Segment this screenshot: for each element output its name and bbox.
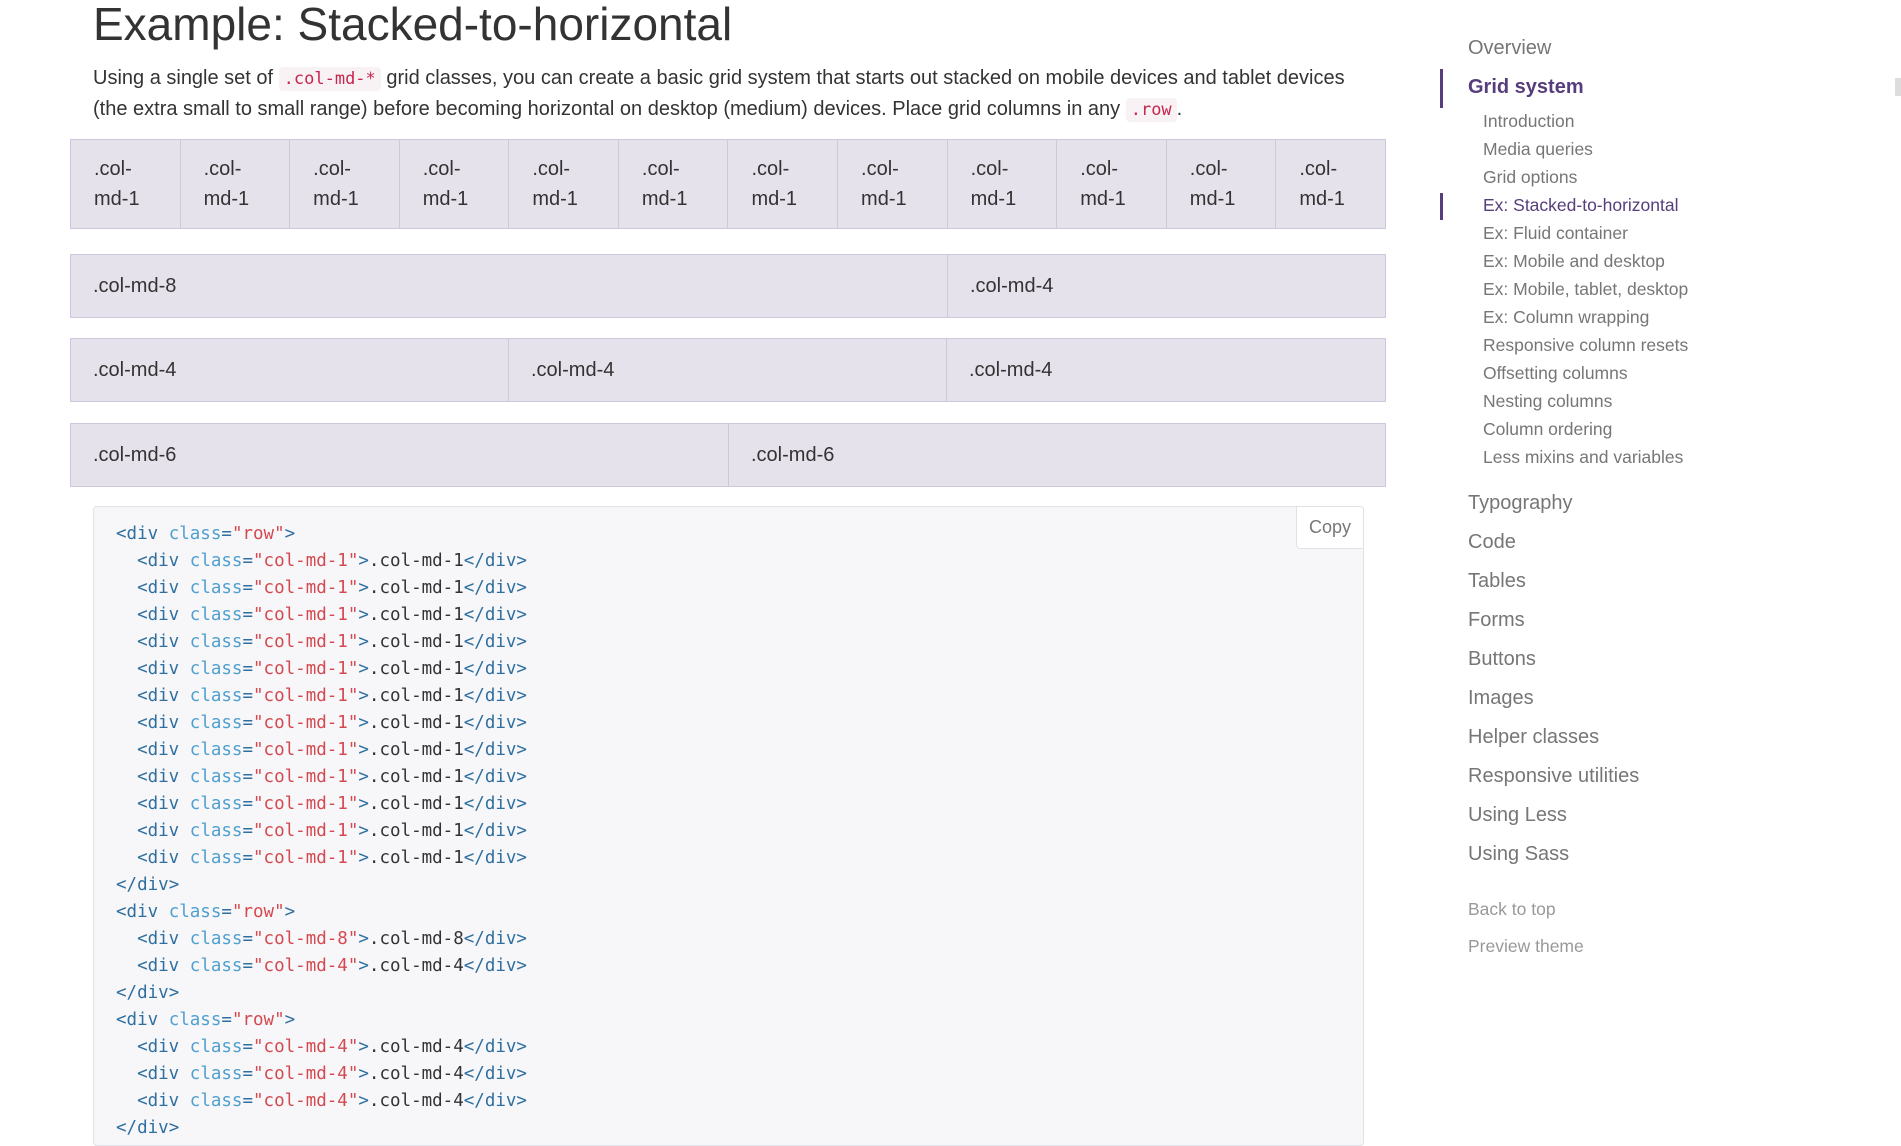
intro-paragraph: Using a single set of .col-md-* grid cla… (93, 63, 1383, 125)
code-line: <div class="col-md-1">.col-md-1</div> (137, 686, 527, 706)
grid-col: .col-md-1 (180, 140, 291, 229)
grid-row-3: .col-md-4 .col-md-4 .col-md-4 (70, 338, 1386, 402)
sidebar-section-item[interactable]: Forms (1468, 609, 1525, 632)
sidebar-section-item[interactable]: Buttons (1468, 648, 1536, 671)
intro-text-3: . (1176, 98, 1183, 120)
copy-button[interactable]: Copy (1296, 507, 1363, 549)
code-line: <div class="col-md-1">.col-md-1</div> (137, 740, 527, 760)
subnav-item[interactable]: Grid options (1483, 167, 1577, 188)
active-subitem-indicator (1440, 193, 1443, 220)
grid-row-4: .col-md-6 .col-md-6 (70, 423, 1386, 487)
scrollbar-thumb[interactable] (1895, 78, 1901, 96)
code-line: <div class="col-md-1">.col-md-1</div> (137, 659, 527, 679)
grid-col: .col-md-4 (947, 339, 1386, 402)
subnav-item[interactable]: Nesting columns (1483, 391, 1612, 412)
subnav-item[interactable]: Ex: Mobile, tablet, desktop (1483, 279, 1688, 300)
subnav-item[interactable]: Column ordering (1483, 419, 1612, 440)
preview-theme-link[interactable]: Preview theme (1468, 936, 1584, 957)
sidebar-section-item[interactable]: Using Sass (1468, 843, 1569, 866)
inline-code-col-md: .col-md-* (278, 67, 381, 91)
grid-col: .col-md-1 (71, 140, 181, 229)
sidebar-section-item[interactable]: Code (1468, 531, 1516, 554)
grid-row-2: .col-md-8 .col-md-4 (70, 254, 1386, 318)
grid-col: .col-md-1 (1057, 140, 1167, 229)
grid-col: .col-md-1 (728, 140, 839, 229)
subnav-item[interactable]: Media queries (1483, 139, 1593, 160)
grid-col: .col-md-1 (509, 140, 619, 229)
code-line: <div class="row"> (116, 902, 296, 922)
code-line: </div> (116, 1118, 180, 1138)
grid-col: .col-md-6 (729, 424, 1386, 487)
grid-col: .col-md-1 (399, 140, 510, 229)
code-line: <div class="col-md-1">.col-md-1</div> (137, 821, 527, 841)
subnav-item[interactable]: Ex: Column wrapping (1483, 307, 1649, 328)
grid-col: .col-md-1 (618, 140, 729, 229)
subnav-item[interactable]: Offsetting columns (1483, 363, 1628, 384)
code-line: </div> (116, 875, 180, 895)
code-line: <div class="col-md-1">.col-md-1</div> (137, 713, 527, 733)
nav-item-overview[interactable]: Overview (1468, 37, 1551, 60)
code-line: <div class="col-md-1">.col-md-1</div> (137, 794, 527, 814)
code-line: </div> (116, 983, 180, 1003)
grid-row-1: .col-md-1 .col-md-1 .col-md-1 .col-md-1 … (70, 139, 1386, 229)
active-indicator (1440, 69, 1443, 108)
code-line: <div class="col-md-1">.col-md-1</div> (137, 848, 527, 868)
code-line: <div class="col-md-1">.col-md-1</div> (137, 767, 527, 787)
grid-col: .col-md-1 (290, 140, 400, 229)
code-line: <div class="row"> (116, 524, 296, 544)
subnav-item[interactable]: Less mixins and variables (1483, 447, 1683, 468)
nav-item-grid-system[interactable]: Grid system (1468, 76, 1584, 99)
grid-col: .col-md-4 (71, 339, 509, 402)
grid-col: .col-md-1 (1276, 140, 1386, 229)
code-line: <div class="row"> (116, 1010, 296, 1030)
code-block: <div class="row"> <div class="col-md-1">… (116, 521, 527, 1142)
sidebar-section-item[interactable]: Tables (1468, 570, 1526, 593)
grid-col: .col-md-1 (1166, 140, 1277, 229)
subnav-item[interactable]: Responsive column resets (1483, 335, 1688, 356)
sidebar-section-item[interactable]: Typography (1468, 492, 1573, 515)
code-line: <div class="col-md-4">.col-md-4</div> (137, 1091, 527, 1111)
back-to-top-link[interactable]: Back to top (1468, 899, 1556, 920)
subnav-item[interactable]: Ex: Mobile and desktop (1483, 251, 1665, 272)
code-line: <div class="col-md-1">.col-md-1</div> (137, 578, 527, 598)
code-line: <div class="col-md-8">.col-md-8</div> (137, 929, 527, 949)
grid-col: .col-md-1 (838, 140, 948, 229)
grid-col: .col-md-8 (71, 255, 948, 318)
subnav-item[interactable]: Introduction (1483, 111, 1574, 132)
code-line: <div class="col-md-1">.col-md-1</div> (137, 632, 527, 652)
subnav-item[interactable]: Ex: Fluid container (1483, 223, 1628, 244)
grid-col: .col-md-1 (947, 140, 1058, 229)
grid-col: .col-md-4 (948, 255, 1386, 318)
sidebar-section-item[interactable]: Helper classes (1468, 726, 1599, 749)
grid-col: .col-md-4 (509, 339, 947, 402)
sidebar-section-item[interactable]: Images (1468, 687, 1534, 710)
subnav-item[interactable]: Ex: Stacked-to-horizontal (1483, 195, 1679, 216)
code-line: <div class="col-md-4">.col-md-4</div> (137, 1037, 527, 1057)
code-line: <div class="col-md-1">.col-md-1</div> (137, 605, 527, 625)
grid-col: .col-md-6 (71, 424, 729, 487)
code-line: <div class="col-md-1">.col-md-1</div> (137, 551, 527, 571)
intro-text-1: Using a single set of (93, 67, 279, 89)
inline-code-row: .row (1125, 98, 1177, 122)
code-line: <div class="col-md-4">.col-md-4</div> (137, 956, 527, 976)
sidebar-section-item[interactable]: Responsive utilities (1468, 765, 1639, 788)
code-line: <div class="col-md-4">.col-md-4</div> (137, 1064, 527, 1084)
code-example: Copy <div class="row"> <div class="col-m… (93, 506, 1364, 1146)
page-title: Example: Stacked-to-horizontal (93, 0, 733, 50)
sidebar-section-item[interactable]: Using Less (1468, 804, 1567, 827)
